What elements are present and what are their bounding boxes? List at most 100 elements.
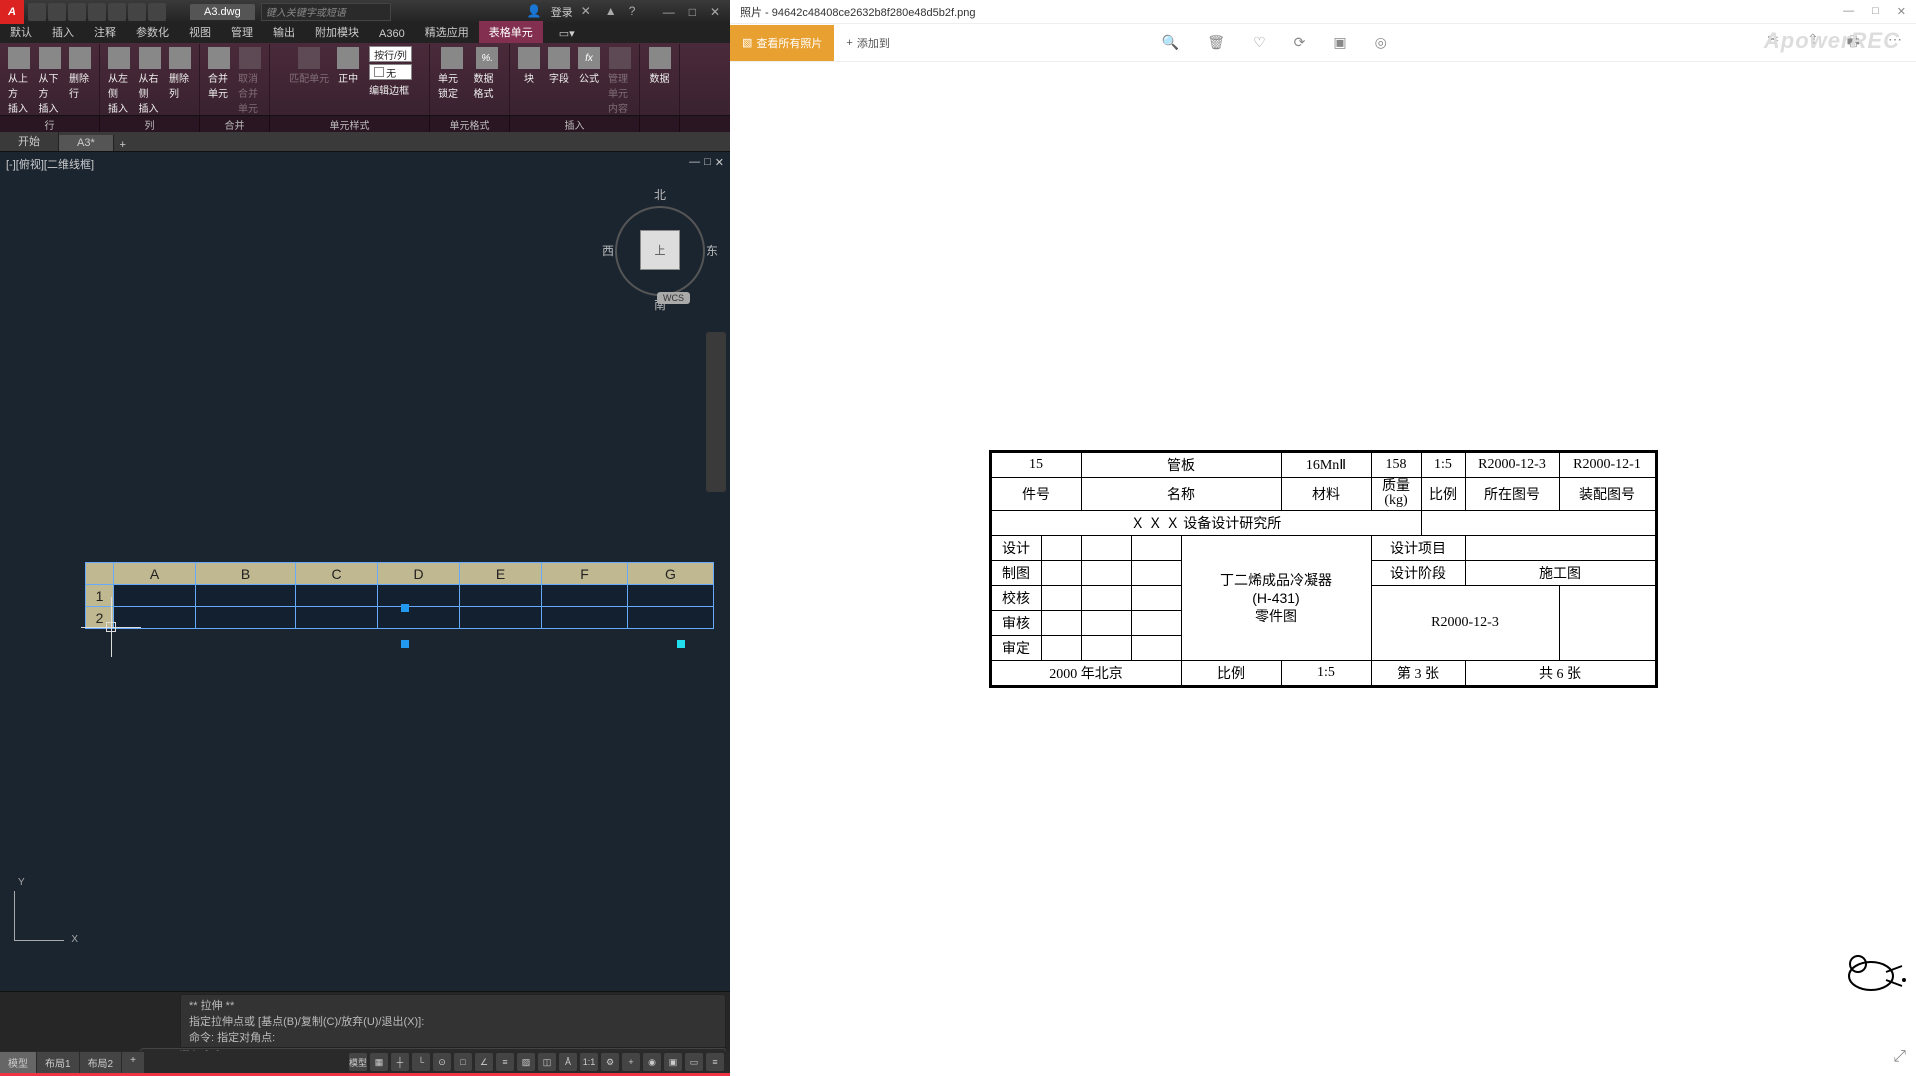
col-header[interactable]: D <box>378 563 460 585</box>
clean-screen-icon[interactable]: ▭ <box>685 1053 703 1071</box>
qat-undo-icon[interactable] <box>128 3 146 21</box>
qat-print-icon[interactable] <box>108 3 126 21</box>
share-icon[interactable]: ⇪ <box>1807 31 1819 55</box>
ribbon-appearance-icon[interactable]: ▭▾ <box>549 24 585 43</box>
doc-tab-add[interactable]: + <box>114 139 132 151</box>
see-all-photos-button[interactable]: ▧ 查看所有照片 <box>730 25 834 61</box>
table-cell[interactable] <box>196 585 296 607</box>
ribbon-tab[interactable]: 注释 <box>84 21 126 43</box>
ribbon-tab[interactable]: 默认 <box>0 21 42 43</box>
add-to-button[interactable]: + 添加到 <box>834 25 901 61</box>
crop-icon[interactable]: ▣ <box>1333 34 1346 51</box>
col-header[interactable]: B <box>196 563 296 585</box>
delete-icon[interactable]: 🗑 <box>1207 34 1225 51</box>
cloud-icon[interactable]: ▲ <box>605 4 621 20</box>
transparency-toggle-icon[interactable]: ▨ <box>517 1053 535 1071</box>
polar-toggle-icon[interactable]: ⊙ <box>433 1053 451 1071</box>
manage-content-button[interactable]: 管理 单元内容 <box>606 46 633 116</box>
spot-fix-icon[interactable]: ◎ <box>1375 34 1387 51</box>
exchange-icon[interactable]: ✕ <box>581 4 597 20</box>
insert-col-right-button[interactable]: 从右侧 插入 <box>137 46 164 116</box>
table-cell[interactable] <box>296 607 378 629</box>
search-input[interactable]: 键入关键字或短语 <box>261 3 391 21</box>
gear-icon[interactable]: ⚙ <box>601 1053 619 1071</box>
byrowcol-combo[interactable]: 按行/列 <box>369 46 412 62</box>
edit-icon[interactable]: ✂ <box>1767 31 1779 55</box>
cell-lock-button[interactable]: 单元锁定 <box>436 46 468 101</box>
login-label[interactable]: 登录 <box>551 4 573 20</box>
vp-max-icon[interactable]: □ <box>704 156 711 169</box>
bg-none-combo[interactable]: 无 <box>369 64 412 80</box>
insert-block-button[interactable]: 块 <box>516 46 542 116</box>
favorite-icon[interactable]: ♡ <box>1253 34 1266 51</box>
maximize-button[interactable]: □ <box>1872 5 1879 18</box>
grip-handle[interactable] <box>401 604 409 612</box>
table-corner-cell[interactable] <box>86 563 114 585</box>
insert-field-button[interactable]: 字段 <box>546 46 572 116</box>
wcs-badge[interactable]: WCS <box>657 292 690 304</box>
drawing-viewport[interactable]: [-][俯视][二维线框] — □ ✕ 上 北 南 西 东 WCS A B C <box>0 152 730 991</box>
col-header[interactable]: C <box>296 563 378 585</box>
data-link-button[interactable]: 数据 <box>647 46 673 86</box>
unmerge-cells-button[interactable]: 取消合并 单元 <box>236 46 263 116</box>
table-cell[interactable] <box>114 585 196 607</box>
delete-col-button[interactable]: 删除 列 <box>167 46 193 116</box>
viewport-label[interactable]: [-][俯视][二维线框] <box>6 156 94 172</box>
print-icon[interactable]: 🖶 <box>1847 31 1860 55</box>
table-cell[interactable] <box>460 607 542 629</box>
ribbon-tab[interactable]: A360 <box>369 25 415 43</box>
col-header[interactable]: F <box>542 563 628 585</box>
table-cell[interactable] <box>114 607 196 629</box>
isolate-icon[interactable]: ◉ <box>643 1053 661 1071</box>
qat-new-icon[interactable] <box>28 3 46 21</box>
col-header[interactable]: A <box>114 563 196 585</box>
model-tab[interactable]: 模型 <box>0 1052 36 1073</box>
row-header[interactable]: 1 <box>86 585 114 607</box>
ribbon-tab[interactable]: 输出 <box>263 21 305 43</box>
table-cell[interactable] <box>628 607 714 629</box>
lineweight-toggle-icon[interactable]: ≡ <box>496 1053 514 1071</box>
snap-toggle-icon[interactable]: ┼ <box>391 1053 409 1071</box>
grid-toggle-icon[interactable]: ▦ <box>370 1053 388 1071</box>
close-button[interactable]: ✕ <box>710 5 720 19</box>
fullscreen-icon[interactable]: ⤢ <box>1893 1048 1906 1066</box>
minimize-button[interactable]: — <box>663 5 675 19</box>
ortho-toggle-icon[interactable]: └ <box>412 1053 430 1071</box>
zoom-icon[interactable]: 🔍 <box>1162 34 1179 51</box>
qat-open-icon[interactable] <box>48 3 66 21</box>
scale-indicator[interactable]: 1:1 <box>580 1053 598 1071</box>
edit-border-button[interactable]: 编辑边框 <box>369 82 412 97</box>
signin-icon[interactable]: 👤 <box>527 4 543 20</box>
hardware-accel-icon[interactable]: ▣ <box>664 1053 682 1071</box>
data-format-button[interactable]: %.数据格式 <box>472 46 504 101</box>
rotate-icon[interactable]: ⟳ <box>1294 34 1306 51</box>
cad-table[interactable]: A B C D E F G 1 2 <box>85 562 714 629</box>
table-cell[interactable] <box>196 607 296 629</box>
viewcube-top-face[interactable]: 上 <box>640 230 680 270</box>
add-layout-tab[interactable]: + <box>122 1052 144 1073</box>
row-header[interactable]: 2 <box>86 607 114 629</box>
grip-handle[interactable] <box>401 640 409 648</box>
maximize-button[interactable]: □ <box>689 5 696 19</box>
ribbon-tab[interactable]: 视图 <box>179 21 221 43</box>
col-header[interactable]: G <box>628 563 714 585</box>
merge-cells-button[interactable]: 合并 单元 <box>206 46 232 116</box>
cycling-toggle-icon[interactable]: ◫ <box>538 1053 556 1071</box>
insert-row-below-button[interactable]: 从下方 插入 <box>37 46 64 116</box>
insert-col-left-button[interactable]: 从左侧 插入 <box>106 46 133 116</box>
photo-canvas[interactable]: 15 管板 16MnⅡ 158 1:5 R2000-12-3 R2000-12-… <box>730 62 1916 1076</box>
insert-formula-button[interactable]: fx公式 <box>576 46 602 116</box>
customize-icon[interactable]: ≡ <box>706 1053 724 1071</box>
navigation-bar[interactable] <box>706 332 726 492</box>
status-model-toggle[interactable]: 模型 <box>349 1053 367 1071</box>
more-icon[interactable]: ⋯ <box>1888 31 1902 55</box>
anno-toggle-icon[interactable]: Å <box>559 1053 577 1071</box>
qat-saveas-icon[interactable] <box>88 3 106 21</box>
osnap-toggle-icon[interactable]: □ <box>454 1053 472 1071</box>
doc-tab-start[interactable]: 开始 <box>0 131 59 151</box>
table-cell[interactable] <box>378 607 460 629</box>
doc-tab-current[interactable]: A3* <box>59 135 114 151</box>
ribbon-tab[interactable]: 附加模块 <box>305 21 369 43</box>
qat-redo-icon[interactable] <box>148 3 166 21</box>
ribbon-tab[interactable]: 参数化 <box>126 21 179 43</box>
